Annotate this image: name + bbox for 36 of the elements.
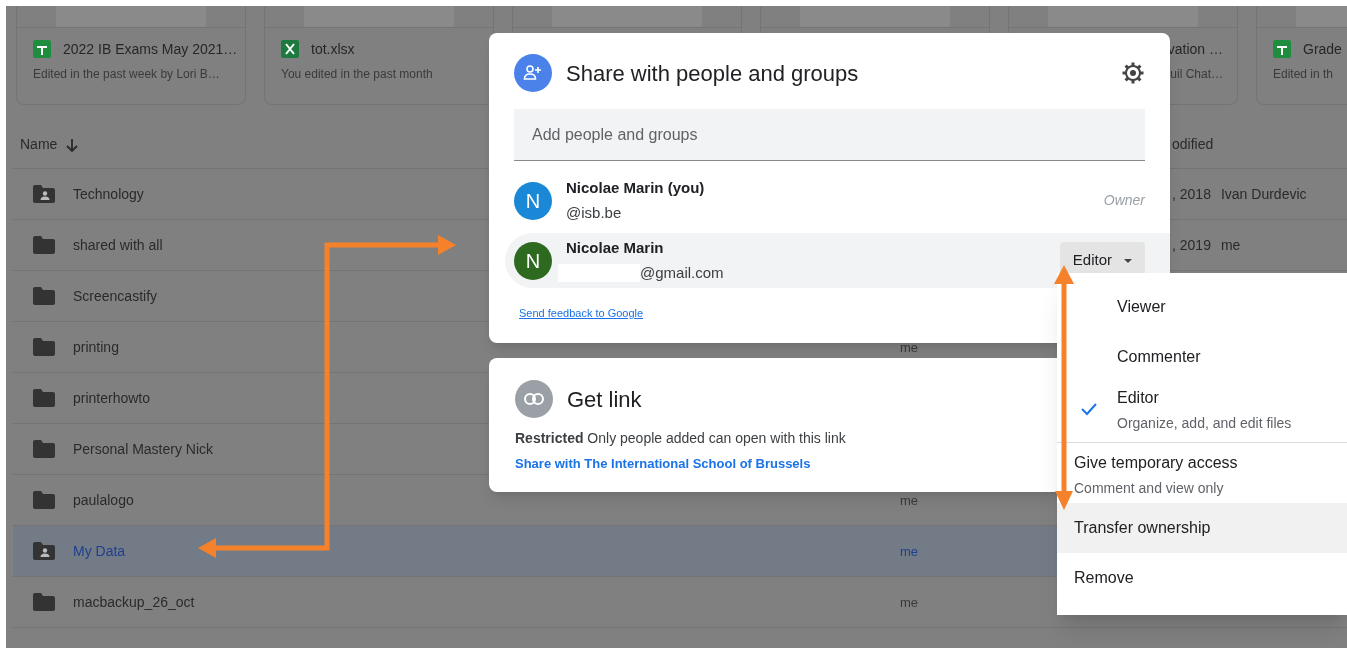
person-name: Nicolae Marin (you) [566,178,705,198]
role-label: Owner [1103,191,1145,210]
file-name: shared with all [73,237,163,253]
avatar: N [514,241,552,280]
modified-date: , 2019 [1172,235,1211,255]
dialog-title: Share with people and groups [566,59,859,88]
item-description: Comment and view only [1074,479,1225,498]
modified-date: , 2018 [1172,184,1211,204]
edit-info: Edited in th [1273,66,1335,83]
owner-cell: me [900,595,919,610]
owner-cell: me [900,493,919,508]
modified-by: me [1220,235,1241,255]
item-description: Organize, add, and edit files [1117,414,1293,433]
owner-cell: me [900,340,919,355]
avatar: N [514,181,552,220]
file-name: tot.xlsx [311,39,355,59]
file-name: Grade [1303,39,1342,59]
file-name: printing [73,339,119,355]
file-name: My Data [73,543,126,559]
person-email: @gmail.com [640,262,724,283]
file-name: 2022 IB Exams May 2021… [63,39,238,59]
edit-info: uil Chat… [1170,66,1223,83]
file-name: paulalogo [73,492,134,508]
file-name: Screencastify [73,288,158,304]
person-name: Nicolae Marin [566,238,665,258]
file-name: Technology [73,186,144,202]
modified-by: Ivan Durdevic [1220,184,1307,204]
edit-info: Edited in the past week by Lori B… [33,66,221,83]
file-name: macbackup_26_oct [73,594,195,610]
file-name: printerhowto [73,390,151,406]
file-name: Personal Mastery Nick [73,441,214,457]
dialog-title: Get link [567,385,642,414]
owner-cell: me [900,544,919,559]
access-description: Restricted Only people added can open with this link [515,429,847,448]
edit-info: You edited in the past month [281,66,434,83]
person-email: @isb.be [566,202,622,223]
